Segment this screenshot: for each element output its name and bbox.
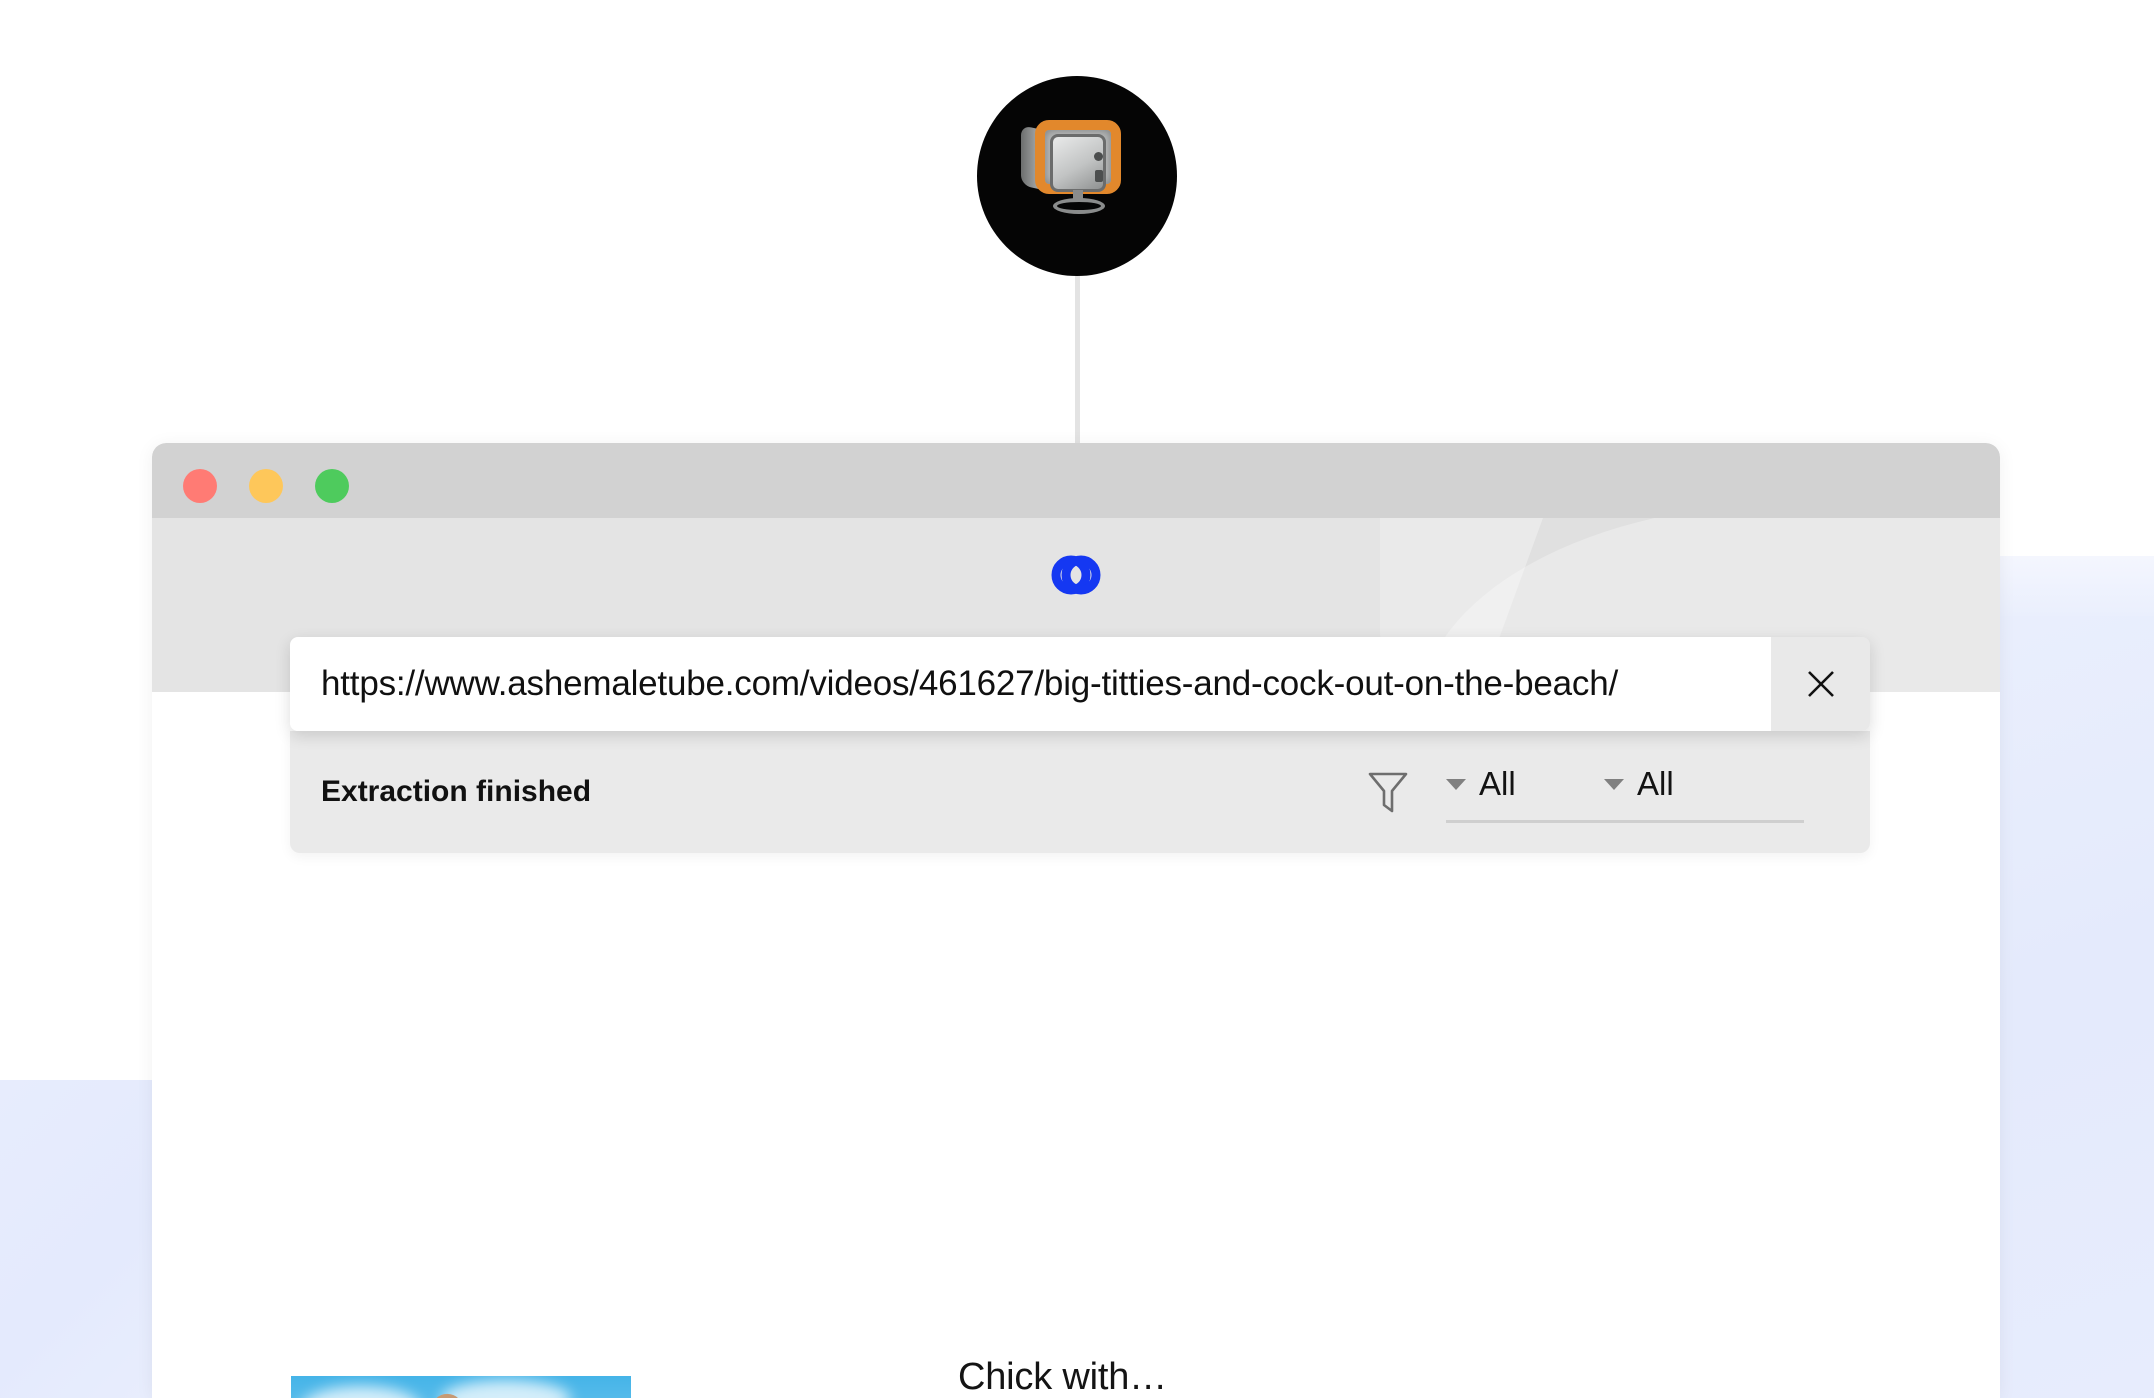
extraction-status-text: Extraction finished [321,775,592,808]
tv-screen [1050,134,1106,192]
download-list-panel: Chick with… MP4 video (1080p) [588,1296,2000,1398]
retro-tv-icon [1021,120,1133,214]
url-bar: https://www.ashemaletube.com/videos/4616… [290,637,1870,731]
format-filter-value: All [1479,765,1516,802]
app-avatar [977,76,1177,276]
quality-filter-value: All [1637,765,1674,802]
link-chain-icon[interactable] [1045,552,1107,598]
results-content: Chick with… MP4 video (1080p) [152,1296,2000,1398]
status-bar: Extraction finished All All [290,731,1870,853]
window-close-button[interactable] [183,469,217,503]
url-clear-button[interactable] [1771,637,1870,731]
background-panel-right-top [2000,556,2154,616]
background-panel-right [2000,556,2154,1398]
video-thumbnail[interactable] [291,1376,631,1398]
window-zoom-button[interactable] [315,469,349,503]
quality-filter-select[interactable]: All [1604,765,1804,823]
tv-knob-bottom [1095,170,1103,182]
chevron-down-icon [1446,779,1466,790]
chevron-down-icon [1604,779,1624,790]
url-input[interactable]: https://www.ashemaletube.com/videos/4616… [290,637,1771,731]
background-panel-left [0,1080,152,1398]
screenshot-root: Chick with… MP4 video (1080p) [0,0,2154,1398]
video-title: Chick with… [958,1356,1167,1398]
tv-stand-base [1053,198,1105,214]
window-minimize-button[interactable] [249,469,283,503]
window-titlebar[interactable] [152,443,2000,518]
tv-body [1035,120,1121,194]
app-window: Chick with… MP4 video (1080p) [152,443,2000,1398]
funnel-icon[interactable] [1368,771,1408,815]
tv-knob-top [1094,152,1103,161]
